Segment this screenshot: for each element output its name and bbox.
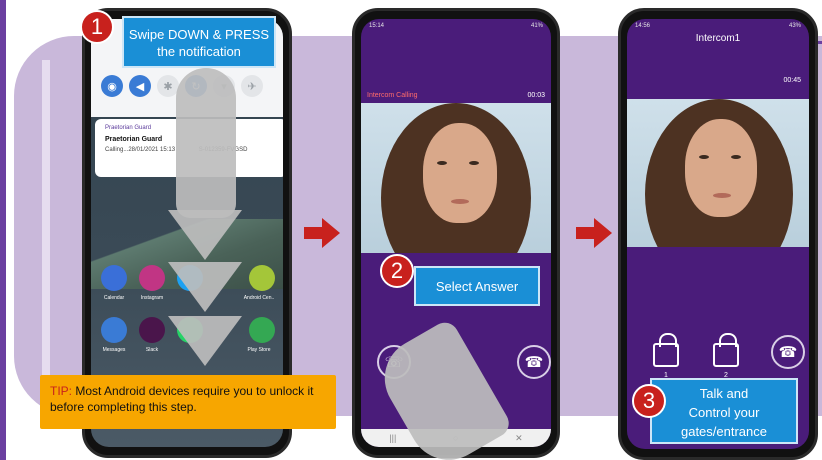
intercom-title: Intercom1 (695, 33, 741, 44)
call-timer-3: 00:45 (783, 77, 801, 84)
step3-instruction-line2: Control your (688, 405, 760, 420)
step3-badge: 3 (632, 384, 666, 418)
step2-callout: Select Answer (414, 266, 540, 306)
call-timer: 00:03 (527, 92, 545, 99)
phone2-status-battery: 41% (530, 23, 543, 29)
intercom-camera-feed-3 (627, 99, 809, 247)
tip-text: Most Android devices require you to unlo… (50, 384, 314, 414)
gate2-lock-icon[interactable] (713, 333, 739, 367)
app-label-android: Android Cen.. (243, 295, 275, 301)
notification-title: Praetorian Guard (105, 136, 163, 143)
recent-apps-icon[interactable]: ||| (389, 433, 396, 443)
phone3-status-time: 14:56 (635, 23, 651, 29)
app-label-play-store: Play Store (247, 347, 271, 353)
left-accent-bar (0, 0, 6, 460)
app-label-messages: Messages (102, 347, 126, 353)
step3-instruction-line3: gates/entrance (680, 424, 767, 439)
step1-instruction: Swipe DOWN & PRESS the notification (128, 27, 270, 59)
tip-box: TIP: Most Android devices require you to… (40, 375, 336, 429)
app-label-calendar: Calendar (103, 295, 125, 301)
slack-icon[interactable] (139, 317, 165, 343)
app-label-instagram: Instagram (140, 295, 164, 301)
android-icon[interactable] (249, 265, 275, 291)
phone3-status-battery: 43% (788, 23, 801, 29)
calendar-icon[interactable] (101, 265, 127, 291)
tutorial-canvas: ◉ ◀ ✱ ↻ ▾ ✈ Praetorian Guard Praetorian … (0, 0, 822, 460)
wifi-icon[interactable]: ◉ (101, 75, 123, 97)
next-arrow-icon-2 (576, 218, 612, 248)
gate1-lock-icon[interactable] (653, 333, 679, 367)
notification-app-name: Praetorian Guard (105, 125, 152, 131)
call-status-label: Intercom Calling (367, 92, 418, 99)
phone2-status-time: 15:14 (369, 23, 385, 29)
messages-icon[interactable] (101, 317, 127, 343)
airplane-icon[interactable]: ✈ (241, 75, 263, 97)
back-icon[interactable]: ✕ (515, 433, 523, 444)
step3-instruction-line1: Talk and (699, 386, 749, 401)
sound-icon[interactable]: ◀ (129, 75, 151, 97)
play-store-icon[interactable] (249, 317, 275, 343)
notification-body-text: Calling...28/01/2021 15:13 (105, 147, 176, 153)
step2-badge: 2 (380, 254, 414, 288)
tip-lead: TIP: (50, 384, 73, 398)
step1-badge: 1 (80, 10, 114, 44)
step3-callout: Talk and Control your gates/entrance (650, 378, 798, 444)
intercom-camera-feed (361, 103, 551, 253)
hangup-call-icon[interactable]: ☎ (517, 345, 551, 379)
hangup-call-icon-3[interactable]: ☎ (771, 335, 805, 369)
band-stripe (42, 60, 50, 390)
swipe-hand-icon (176, 68, 236, 218)
app-label-slack: Slack (145, 347, 159, 353)
instagram-icon[interactable] (139, 265, 165, 291)
next-arrow-icon (304, 218, 340, 248)
step1-callout: Swipe DOWN & PRESS the notification (122, 16, 276, 68)
step2-instruction: Select Answer (435, 279, 519, 294)
